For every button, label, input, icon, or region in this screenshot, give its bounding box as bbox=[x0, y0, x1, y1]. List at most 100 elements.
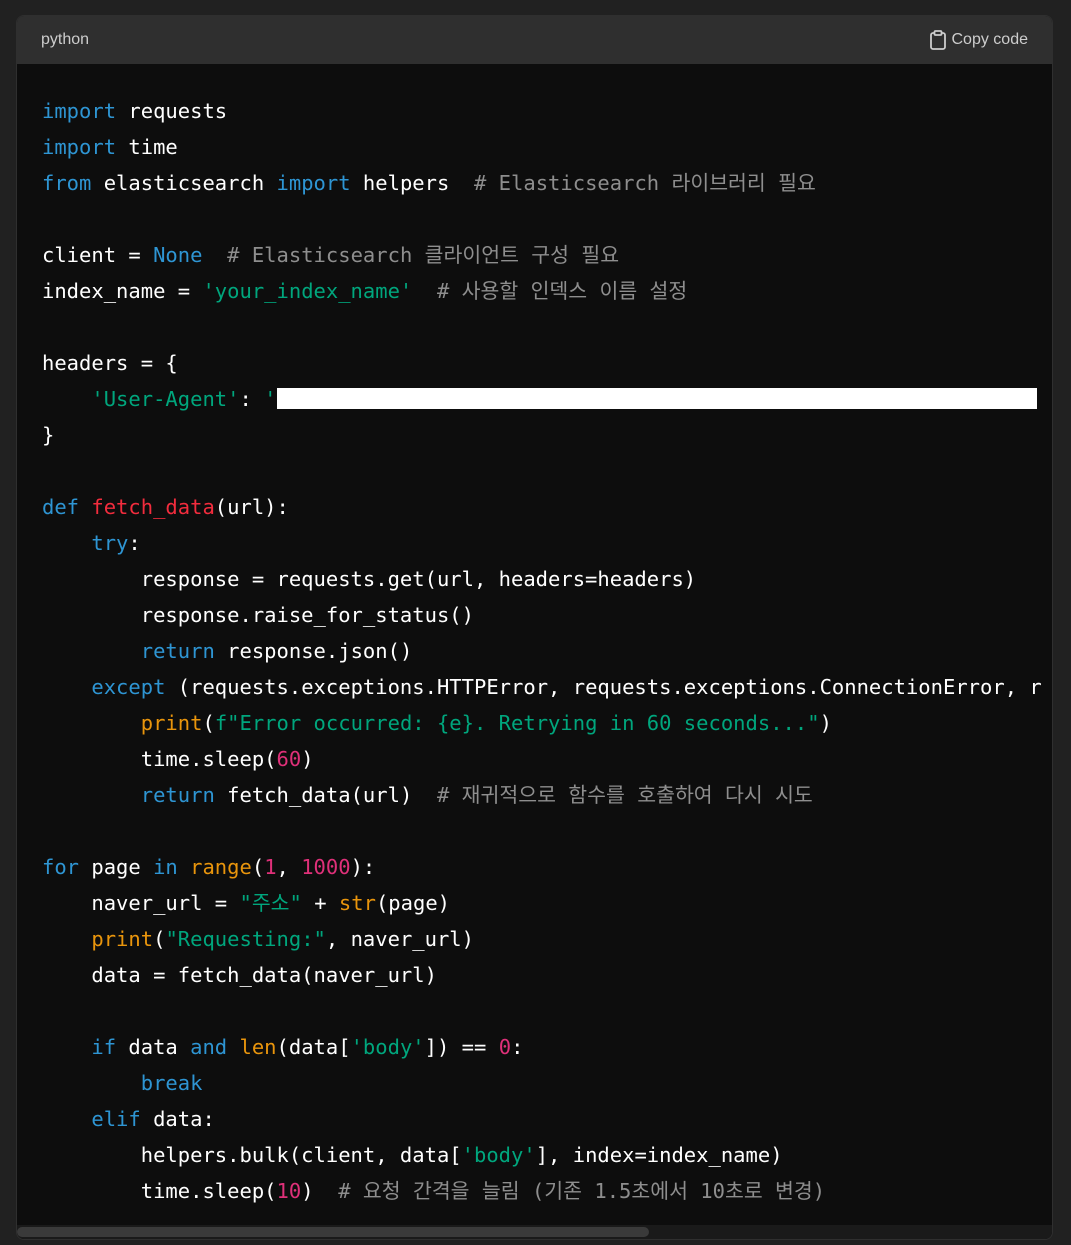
code-token: 1 bbox=[264, 855, 277, 879]
code-line: data = fetch_data(naver_url) bbox=[42, 957, 1052, 993]
code-token: 'body' bbox=[461, 1143, 536, 1167]
code-token: import bbox=[276, 171, 351, 195]
code-token: (requests.exceptions.HTTPError, requests… bbox=[165, 675, 1042, 699]
code-token: time.sleep( bbox=[42, 1179, 277, 1203]
code-token: for bbox=[42, 855, 80, 879]
code-token: (data[ bbox=[276, 1035, 351, 1059]
code-token: (page) bbox=[375, 891, 451, 915]
code-token: : bbox=[128, 531, 141, 555]
code-line: try: bbox=[42, 525, 1052, 561]
code-token: and bbox=[190, 1035, 228, 1059]
code-token: 'User-Agent' bbox=[91, 387, 240, 411]
code-token: break bbox=[140, 1071, 203, 1095]
code-token: def bbox=[42, 495, 80, 519]
code-line: headers = { bbox=[42, 345, 1052, 381]
code-token: headers = { bbox=[42, 351, 178, 375]
code-token: time.sleep( bbox=[42, 747, 277, 771]
code-token: from bbox=[42, 171, 92, 195]
code-token: 60 bbox=[276, 747, 302, 771]
code-token: : bbox=[239, 387, 265, 411]
code-content: import requests import time from elasticse… bbox=[17, 64, 1052, 1225]
code-line: response.raise_for_status() bbox=[42, 597, 1052, 633]
code-token: fetch_data bbox=[91, 495, 215, 519]
code-token: , bbox=[276, 855, 302, 879]
code-token: try bbox=[91, 531, 129, 555]
code-token: response = requests.get(url, headers=hea… bbox=[42, 567, 697, 591]
code-token: f"Error occurred: {e}. Retrying in 60 se… bbox=[214, 711, 820, 735]
code-token: client = bbox=[42, 243, 154, 267]
code-token: # 재귀적으로 함수를 호출하여 다시 시도 bbox=[436, 783, 813, 807]
code-line: print(f"Error occurred: {e}. Retrying in… bbox=[42, 705, 1052, 741]
code-token: ' bbox=[264, 387, 277, 411]
code-line: if data and len(data['body']) == 0: bbox=[42, 1029, 1052, 1065]
code-token: ( bbox=[251, 855, 265, 879]
code-token: print bbox=[91, 927, 154, 951]
code-token: if bbox=[91, 1035, 117, 1059]
code-line: 'User-Agent': ' bbox=[42, 381, 1052, 417]
scrollbar-thumb[interactable] bbox=[17, 1227, 649, 1237]
code-token: + bbox=[301, 891, 339, 915]
code-token: ( bbox=[153, 927, 166, 951]
code-token: ]) == bbox=[424, 1035, 499, 1059]
code-token: import bbox=[42, 135, 117, 159]
code-token: 1000 bbox=[301, 855, 351, 879]
language-label: python bbox=[41, 31, 90, 48]
redacted-block bbox=[276, 388, 1037, 409]
code-token: import bbox=[42, 99, 117, 123]
code-line: import requests bbox=[42, 93, 1052, 129]
code-block-header: python Copy code bbox=[17, 16, 1052, 64]
code-line: naver_url = "주소" + str(page) bbox=[42, 885, 1052, 921]
code-token: print bbox=[140, 711, 203, 735]
code-line: return fetch_data(url) # 재귀적으로 함수를 호출하여 … bbox=[42, 777, 1052, 813]
code-token: # Elasticsearch 클라이언트 구성 필요 bbox=[227, 243, 620, 267]
code-token: None bbox=[153, 243, 203, 267]
code-line: break bbox=[42, 1065, 1052, 1101]
code-token: : bbox=[511, 1035, 524, 1059]
code-token: len bbox=[239, 1035, 277, 1059]
code-token: data bbox=[116, 1035, 191, 1059]
copy-code-button[interactable]: Copy code bbox=[929, 30, 1028, 50]
code-line: client = None # Elasticsearch 클라이언트 구성 필… bbox=[42, 237, 1052, 273]
code-line: time.sleep(10) # 요청 간격을 늘림 (기존 1.5초에서 10… bbox=[42, 1173, 1052, 1209]
code-token: "주소" bbox=[239, 891, 302, 915]
code-line: } bbox=[42, 417, 1052, 453]
code-token: ): bbox=[350, 855, 376, 879]
code-token: range bbox=[190, 855, 252, 879]
horizontal-scrollbar[interactable] bbox=[17, 1225, 1052, 1239]
code-token: requests bbox=[116, 99, 228, 123]
code-token: , naver_url) bbox=[325, 927, 474, 951]
code-token: response.raise_for_status() bbox=[42, 603, 474, 627]
code-token: elasticsearch bbox=[91, 171, 277, 195]
code-token: fetch_data(url) bbox=[214, 783, 437, 807]
code-line: for page in range(1, 1000): bbox=[42, 849, 1052, 885]
code-token: str bbox=[338, 891, 376, 915]
code-token: } bbox=[42, 423, 55, 447]
code-token: return bbox=[140, 783, 215, 807]
code-line: import time bbox=[42, 129, 1052, 165]
code-token: data: bbox=[140, 1107, 215, 1131]
code-token: helpers.bulk(client, data[ bbox=[42, 1143, 462, 1167]
code-token: 0 bbox=[498, 1035, 512, 1059]
code-token: # 사용할 인덱스 이름 설정 bbox=[436, 279, 688, 303]
code-token: ( bbox=[202, 711, 215, 735]
code-block: python Copy code import requests import t… bbox=[16, 15, 1053, 1240]
code-token: naver_url = bbox=[42, 891, 240, 915]
clipboard-icon bbox=[929, 30, 947, 50]
code-token: (url): bbox=[214, 495, 289, 519]
